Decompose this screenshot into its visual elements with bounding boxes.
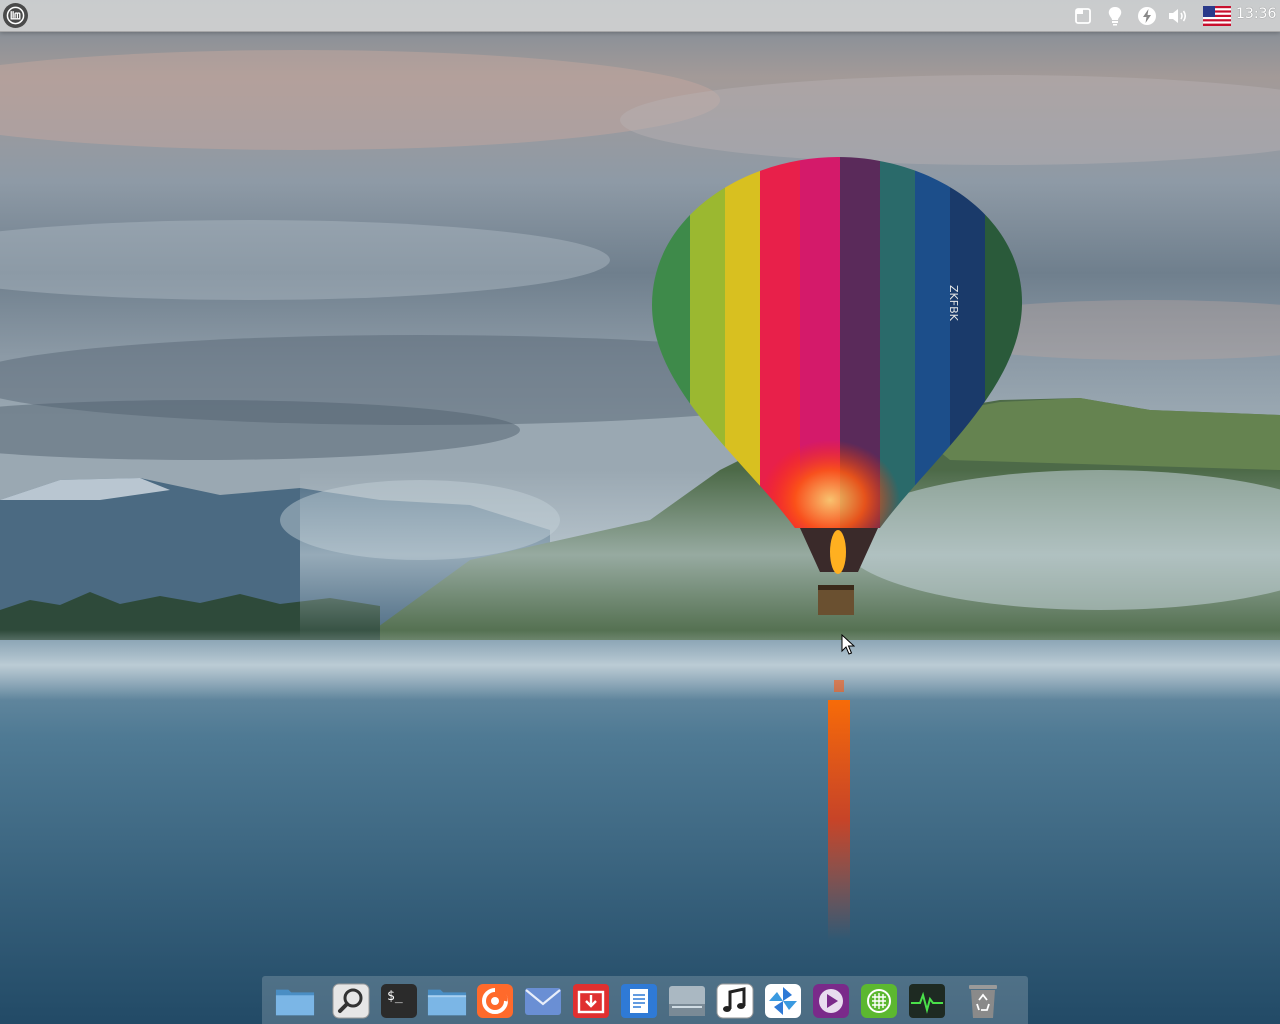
keyboard-layout-indicator[interactable] — [1202, 5, 1232, 27]
settings-pinwheel-icon — [765, 984, 801, 1018]
dock-item-settings[interactable] — [763, 983, 803, 1019]
file-manager-icon — [427, 989, 467, 1016]
workspace-switcher[interactable] — [1072, 5, 1094, 27]
dock-item-mail[interactable] — [523, 983, 563, 1019]
software-center-icon — [573, 984, 609, 1018]
workspace-icon — [1075, 8, 1091, 24]
lightbulb-icon — [1108, 7, 1122, 26]
firefox-icon — [477, 984, 513, 1018]
power-manager-icon — [1138, 7, 1156, 25]
svg-text:$_: $_ — [387, 989, 403, 1004]
terminal-icon: $_ — [381, 984, 417, 1018]
mail-icon — [525, 988, 561, 1015]
spreadsheet-icon — [861, 984, 897, 1018]
dock-item-search[interactable] — [331, 983, 371, 1019]
volume-indicator[interactable] — [1166, 5, 1190, 27]
desktop-wallpaper: ZKFBK — [0, 0, 1280, 1024]
system-monitor-icon — [909, 984, 945, 1018]
disk-drive-icon — [669, 986, 705, 1016]
keyboard-layout-flag-icon — [1203, 6, 1231, 26]
balloon-registration-text: ZKFBK — [947, 285, 960, 322]
dock-item-disks[interactable] — [667, 983, 707, 1019]
dock-item-home-folder[interactable] — [275, 983, 315, 1019]
top-panel: 13:36 — [0, 0, 1280, 32]
dock-item-system-monitor[interactable] — [907, 983, 947, 1019]
dock-item-video[interactable] — [811, 983, 851, 1019]
text-editor-icon — [621, 984, 657, 1018]
volume-icon — [1169, 9, 1187, 23]
dock-item-text-editor[interactable] — [619, 983, 659, 1019]
application-menu-button[interactable] — [3, 3, 28, 28]
mouse-cursor — [841, 634, 855, 655]
search-icon — [332, 983, 370, 1019]
dock-item-terminal[interactable]: $_ — [379, 983, 419, 1019]
clock[interactable]: 13:36 — [1236, 6, 1280, 22]
linux-mint-logo-icon — [6, 6, 25, 25]
power-indicator[interactable] — [1136, 5, 1158, 27]
dock-item-trash[interactable] — [963, 983, 1003, 1019]
files-home-folder-icon — [275, 989, 315, 1016]
music-player-icon — [716, 983, 754, 1019]
dock-item-software-center[interactable] — [571, 983, 611, 1019]
dock-item-firefox[interactable] — [475, 983, 515, 1019]
redshift-indicator[interactable] — [1104, 5, 1126, 27]
dock-item-file-manager[interactable] — [427, 983, 467, 1019]
trash-icon — [969, 985, 997, 1018]
dock-item-spreadsheet[interactable] — [859, 983, 899, 1019]
dock-item-music[interactable] — [715, 983, 755, 1019]
video-player-icon — [813, 984, 849, 1018]
